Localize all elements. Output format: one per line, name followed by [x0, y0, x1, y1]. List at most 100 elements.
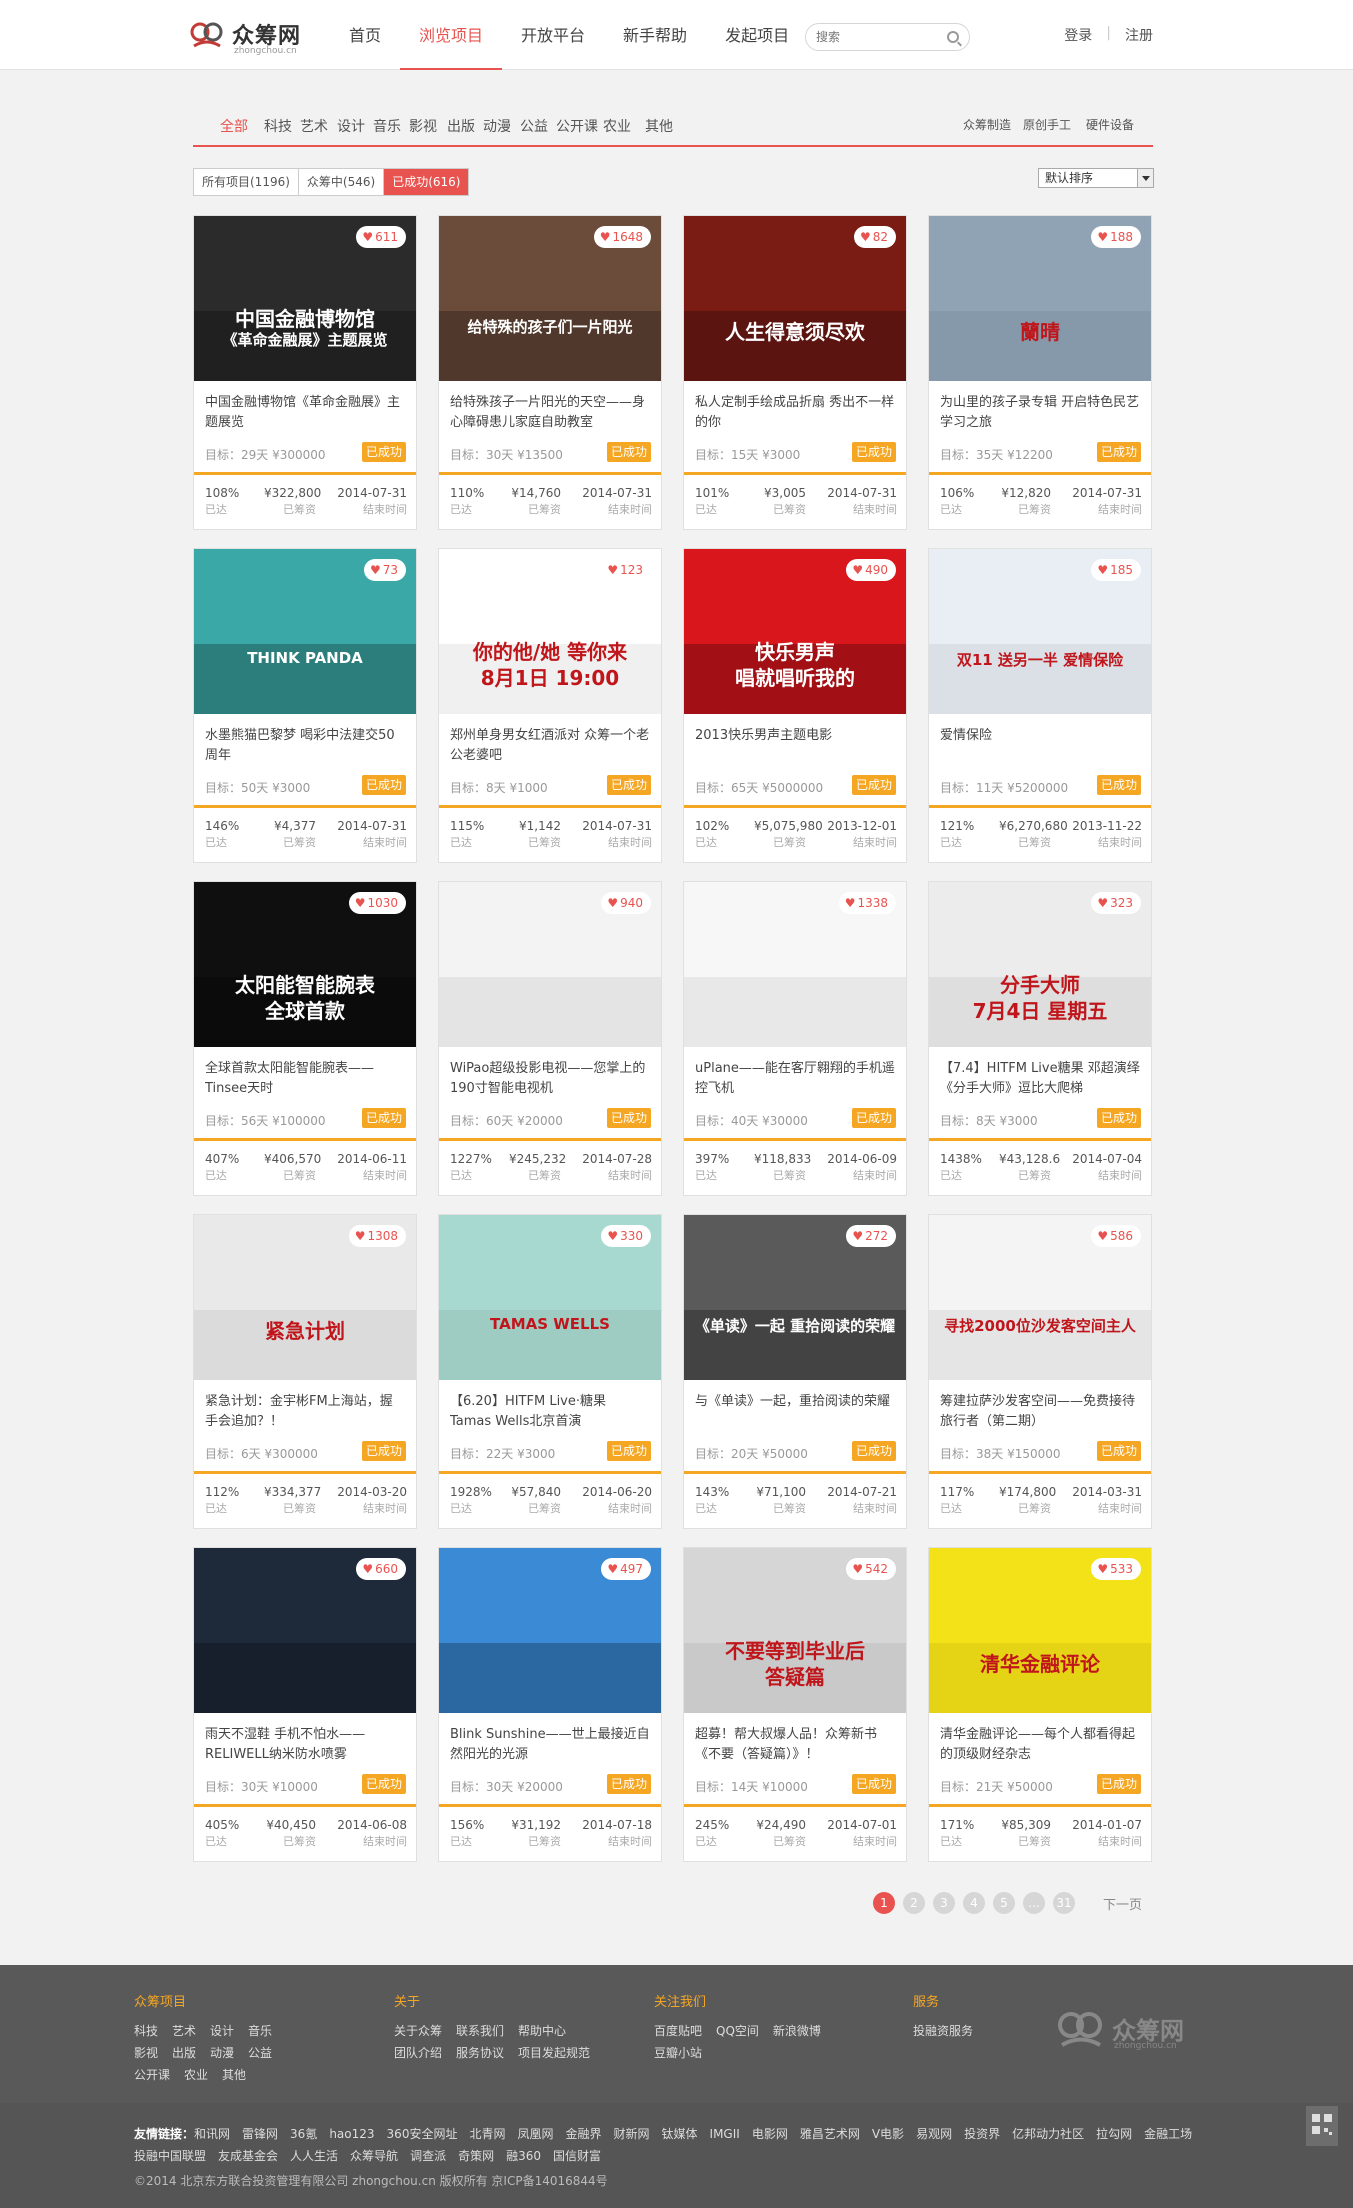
project-thumbnail[interactable]: 蘭晴 ♥ 188	[929, 216, 1151, 381]
project-thumbnail[interactable]: 《单读》一起 重拾阅读的荣耀 ♥ 272	[684, 1215, 906, 1380]
like-counter[interactable]: ♥ 123	[601, 559, 651, 581]
page-button[interactable]: 2	[903, 1892, 925, 1914]
footer-link[interactable]: 公开课	[134, 2064, 170, 2086]
project-thumbnail[interactable]: 中国金融博物馆 《革命金融展》主题展览 ♥ 611	[194, 216, 416, 381]
friend-link[interactable]: 投资界	[964, 2127, 1000, 2141]
category-filter[interactable]: 音乐	[373, 116, 401, 136]
nav-item[interactable]: 发起项目	[706, 0, 808, 70]
like-counter[interactable]: ♥ 73	[363, 559, 406, 581]
like-counter[interactable]: ♥ 660	[356, 1558, 406, 1580]
project-card[interactable]: ♥ 940 WiPao超级投影电视——您掌上的190寸智能电视机 目标：60天 ¥20…	[438, 881, 662, 1196]
project-card[interactable]: 蘭晴 ♥ 188 为山里的孩子录专辑 开启特色民艺学习之旅 目标：35天 ¥12200 已…	[928, 215, 1152, 530]
project-thumbnail[interactable]: 快乐男声 唱就唱听我的 ♥ 490	[684, 549, 906, 714]
project-title[interactable]: uPlane——能在客厅翱翔的手机遥控飞机	[695, 1059, 895, 1099]
friend-link[interactable]: 易观网	[916, 2127, 952, 2141]
project-thumbnail[interactable]: 寻找2000位沙发客空间主人 ♥ 586	[929, 1215, 1151, 1380]
footer-link[interactable]: 设计	[210, 2020, 234, 2042]
friend-link[interactable]: 36氪	[290, 2127, 317, 2141]
register-link[interactable]: 注册	[1125, 25, 1153, 45]
project-card[interactable]: 《单读》一起 重拾阅读的荣耀 ♥ 272 与《单读》一起，重拾阅读的荣耀 目标：20天 …	[683, 1214, 907, 1529]
friend-link[interactable]: 360安全网址	[387, 2127, 458, 2141]
project-thumbnail[interactable]: 双11 送另一半 爱情保险 ♥ 185	[929, 549, 1151, 714]
project-card[interactable]: 分手大师 7月4日 星期五 ♥ 323 【7.4】HITFM Live糖果 邓超演绎《分…	[928, 881, 1152, 1196]
project-thumbnail[interactable]: 紧急计划 ♥ 1308	[194, 1215, 416, 1380]
status-tab[interactable]: 众筹中(546)	[299, 169, 385, 195]
project-card[interactable]: 人生得意须尽欢 ♥ 82 私人定制手绘成品折扇 秀出不一样的你 目标：15天 ¥3000…	[683, 215, 907, 530]
category-filter[interactable]: 全部	[220, 116, 248, 136]
like-counter[interactable]: ♥ 940	[601, 892, 651, 914]
project-thumbnail[interactable]: 人生得意须尽欢 ♥ 82	[684, 216, 906, 381]
like-counter[interactable]: ♥ 611	[356, 226, 406, 248]
project-title[interactable]: 中国金融博物馆《革命金融展》主题展览	[205, 393, 405, 433]
friend-link[interactable]: IMGII	[710, 2127, 740, 2141]
project-title[interactable]: 与《单读》一起，重拾阅读的荣耀	[695, 1392, 895, 1432]
footer-link[interactable]: 服务协议	[456, 2042, 504, 2064]
nav-item[interactable]: 开放平台	[502, 0, 604, 70]
project-thumbnail[interactable]: ♥ 660	[194, 1548, 416, 1713]
friend-link[interactable]: 调查派	[410, 2149, 446, 2163]
footer-link[interactable]: 动漫	[210, 2042, 234, 2064]
footer-link[interactable]: 豆瓣小站	[654, 2042, 702, 2064]
next-page-link[interactable]: 下一页	[1103, 1894, 1142, 1913]
footer-link[interactable]: 公益	[248, 2042, 272, 2064]
like-counter[interactable]: ♥ 330	[601, 1225, 651, 1247]
category-filter[interactable]: 动漫	[483, 116, 511, 136]
project-title[interactable]: 【7.4】HITFM Live糖果 邓超演绎《分手大师》逗比大爬梯	[940, 1059, 1140, 1099]
login-link[interactable]: 登录	[1064, 25, 1092, 45]
project-card[interactable]: 中国金融博物馆 《革命金融展》主题展览 ♥ 611 中国金融博物馆《革命金融展》主题展览…	[193, 215, 417, 530]
project-title[interactable]: 筹建拉萨沙发客空间——免费接待旅行者（第二期）	[940, 1392, 1140, 1432]
footer-link[interactable]: 投融资服务	[913, 2020, 973, 2042]
like-counter[interactable]: ♥ 272	[846, 1225, 896, 1247]
subcategory-filter[interactable]: 原创手工	[1023, 116, 1071, 133]
like-counter[interactable]: ♥ 1648	[593, 226, 651, 248]
footer-link[interactable]: 音乐	[248, 2020, 272, 2042]
project-thumbnail[interactable]: TAMAS WELLS ♥ 330	[439, 1215, 661, 1380]
friend-link[interactable]: 人人生活	[290, 2149, 338, 2163]
project-title[interactable]: 郑州单身男女红酒派对 众筹一个老公老婆吧	[450, 726, 650, 766]
subcategory-filter[interactable]: 硬件设备	[1086, 116, 1134, 133]
page-button[interactable]: 5	[993, 1892, 1015, 1914]
footer-link[interactable]: 百度贴吧	[654, 2020, 702, 2042]
friend-link[interactable]: hao123	[329, 2127, 374, 2141]
project-card[interactable]: 你的他/她 等你来 8月1日 19:00 ♥ 123 郑州单身男女红酒派对 众筹一个老公…	[438, 548, 662, 863]
project-title[interactable]: 超募！帮大叔爆人品！众筹新书《不要（答疑篇）》！	[695, 1725, 895, 1765]
like-counter[interactable]: ♥ 1308	[348, 1225, 406, 1247]
project-title[interactable]: 私人定制手绘成品折扇 秀出不一样的你	[695, 393, 895, 433]
category-filter[interactable]: 公开课	[556, 116, 598, 136]
status-tab[interactable]: 所有项目(1196)	[194, 169, 299, 195]
friend-link[interactable]: 拉勾网	[1096, 2127, 1132, 2141]
footer-link[interactable]: 团队介绍	[394, 2042, 442, 2064]
category-filter[interactable]: 影视	[409, 116, 437, 136]
nav-item[interactable]: 新手帮助	[604, 0, 706, 70]
category-filter[interactable]: 其他	[645, 116, 673, 136]
category-filter[interactable]: 公益	[520, 116, 548, 136]
friend-link[interactable]: 雷锋网	[242, 2127, 278, 2141]
project-card[interactable]: 太阳能智能腕表 全球首款 ♥ 1030 全球首款太阳能智能腕表——Tinsee天时 目标：…	[193, 881, 417, 1196]
project-title[interactable]: 紧急计划：金宇彬FM上海站，握手会追加？！	[205, 1392, 405, 1432]
category-filter[interactable]: 出版	[447, 116, 475, 136]
site-logo[interactable]: 众筹网 zhongchou.cn	[190, 16, 310, 56]
footer-link[interactable]: 影视	[134, 2042, 158, 2064]
footer-link[interactable]: 联系我们	[456, 2020, 504, 2042]
like-counter[interactable]: ♥ 542	[846, 1558, 896, 1580]
qr-code-icon[interactable]	[1306, 2106, 1338, 2146]
project-card[interactable]: ♥ 1338 uPlane——能在客厅翱翔的手机遥控飞机 目标：40天 ¥30000 已…	[683, 881, 907, 1196]
project-thumbnail[interactable]: 给特殊的孩子们一片阳光 ♥ 1648	[439, 216, 661, 381]
project-thumbnail[interactable]: 分手大师 7月4日 星期五 ♥ 323	[929, 882, 1151, 1047]
sort-select[interactable]: 默认排序	[1038, 168, 1154, 188]
footer-link[interactable]: 科技	[134, 2020, 158, 2042]
like-counter[interactable]: ♥ 1338	[838, 892, 896, 914]
friend-link[interactable]: 凤凰网	[517, 2127, 553, 2141]
page-button[interactable]: 31	[1053, 1892, 1075, 1914]
footer-link[interactable]: 关于众筹	[394, 2020, 442, 2042]
friend-link[interactable]: 融360	[506, 2149, 541, 2163]
page-button[interactable]: ...	[1023, 1892, 1045, 1914]
project-card[interactable]: 双11 送另一半 爱情保险 ♥ 185 爱情保险 目标：11天 ¥5200000 已成功 1…	[928, 548, 1152, 863]
project-card[interactable]: 寻找2000位沙发客空间主人 ♥ 586 筹建拉萨沙发客空间——免费接待旅行者（第二期…	[928, 1214, 1152, 1529]
nav-item[interactable]: 浏览项目	[400, 0, 503, 70]
category-filter[interactable]: 科技	[264, 116, 292, 136]
project-card[interactable]: 给特殊的孩子们一片阳光 ♥ 1648 给特殊孩子一片阳光的天空——身心障碍患儿家庭自助…	[438, 215, 662, 530]
category-filter[interactable]: 艺术	[300, 116, 328, 136]
footer-link[interactable]: 其他	[222, 2064, 246, 2086]
friend-link[interactable]: 友成基金会	[218, 2149, 278, 2163]
